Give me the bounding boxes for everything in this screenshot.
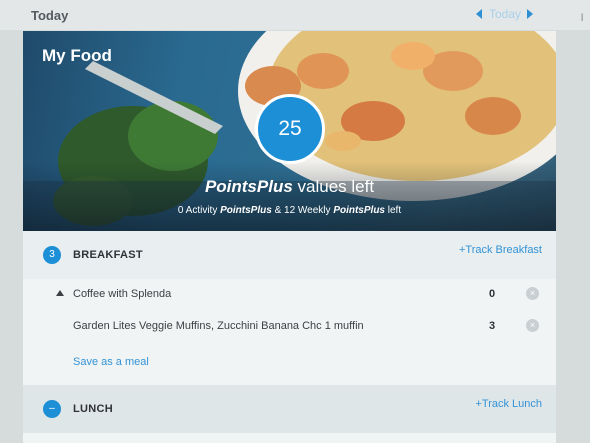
edge-glyph: l: [581, 13, 584, 24]
food-item-row[interactable]: Coffee with Splenda 0 ×: [23, 279, 556, 309]
points-brand: PointsPlus: [204, 177, 293, 196]
food-item-points: 3: [489, 320, 496, 332]
food-item-name[interactable]: Coffee with Splenda: [73, 288, 171, 300]
save-as-meal-link[interactable]: Save as a meal: [73, 356, 149, 368]
points-heading-rest: values left: [292, 177, 375, 196]
points-remaining-circle: 25: [255, 94, 325, 164]
lunch-title: LUNCH: [73, 403, 113, 415]
breakfast-header: 3 BREAKFAST +Track Breakfast: [23, 231, 556, 279]
date-navigator: Today: [476, 7, 534, 21]
track-lunch-link[interactable]: +Track Lunch: [475, 398, 542, 410]
lunch-header: – LUNCH +Track Lunch: [23, 385, 556, 433]
caret-up-icon[interactable]: [56, 290, 64, 296]
breakfast-title: BREAKFAST: [73, 249, 143, 261]
page-title: Today: [31, 8, 69, 23]
breakfast-points-badge: 3: [43, 246, 61, 264]
weekly-points-text: & 12 Weekly: [271, 205, 334, 216]
points-subtitle: 0 Activity PointsPlus & 12 Weekly Points…: [23, 205, 556, 216]
top-bar: Today Today l: [0, 0, 590, 30]
lunch-points-badge: –: [43, 400, 61, 418]
food-item-name[interactable]: Garden Lites Veggie Muffins, Zucchini Ba…: [73, 320, 364, 332]
points-heading: PointsPlus values left: [23, 177, 556, 197]
points-brand-activity: PointsPlus: [220, 205, 272, 216]
meals-panel: 3 BREAKFAST +Track Breakfast Coffee with…: [23, 231, 556, 443]
hero-title: My Food: [42, 46, 112, 65]
previous-day-icon[interactable]: [476, 9, 482, 19]
points-left-text: left: [385, 205, 402, 216]
food-item-points: 0: [489, 288, 496, 300]
next-day-icon[interactable]: [527, 9, 534, 19]
my-food-hero: My Food 25 PointsPlus values left 0 Acti…: [23, 31, 556, 231]
remove-circle-icon[interactable]: ×: [526, 319, 539, 332]
current-date-label[interactable]: Today: [489, 7, 521, 21]
track-breakfast-link[interactable]: +Track Breakfast: [459, 244, 542, 256]
food-item-row[interactable]: Garden Lites Veggie Muffins, Zucchini Ba…: [23, 311, 556, 341]
activity-points-text: 0 Activity: [177, 205, 221, 216]
points-remaining-value: 25: [278, 117, 302, 140]
points-brand-weekly: PointsPlus: [333, 205, 385, 216]
remove-circle-icon[interactable]: ×: [526, 287, 539, 300]
